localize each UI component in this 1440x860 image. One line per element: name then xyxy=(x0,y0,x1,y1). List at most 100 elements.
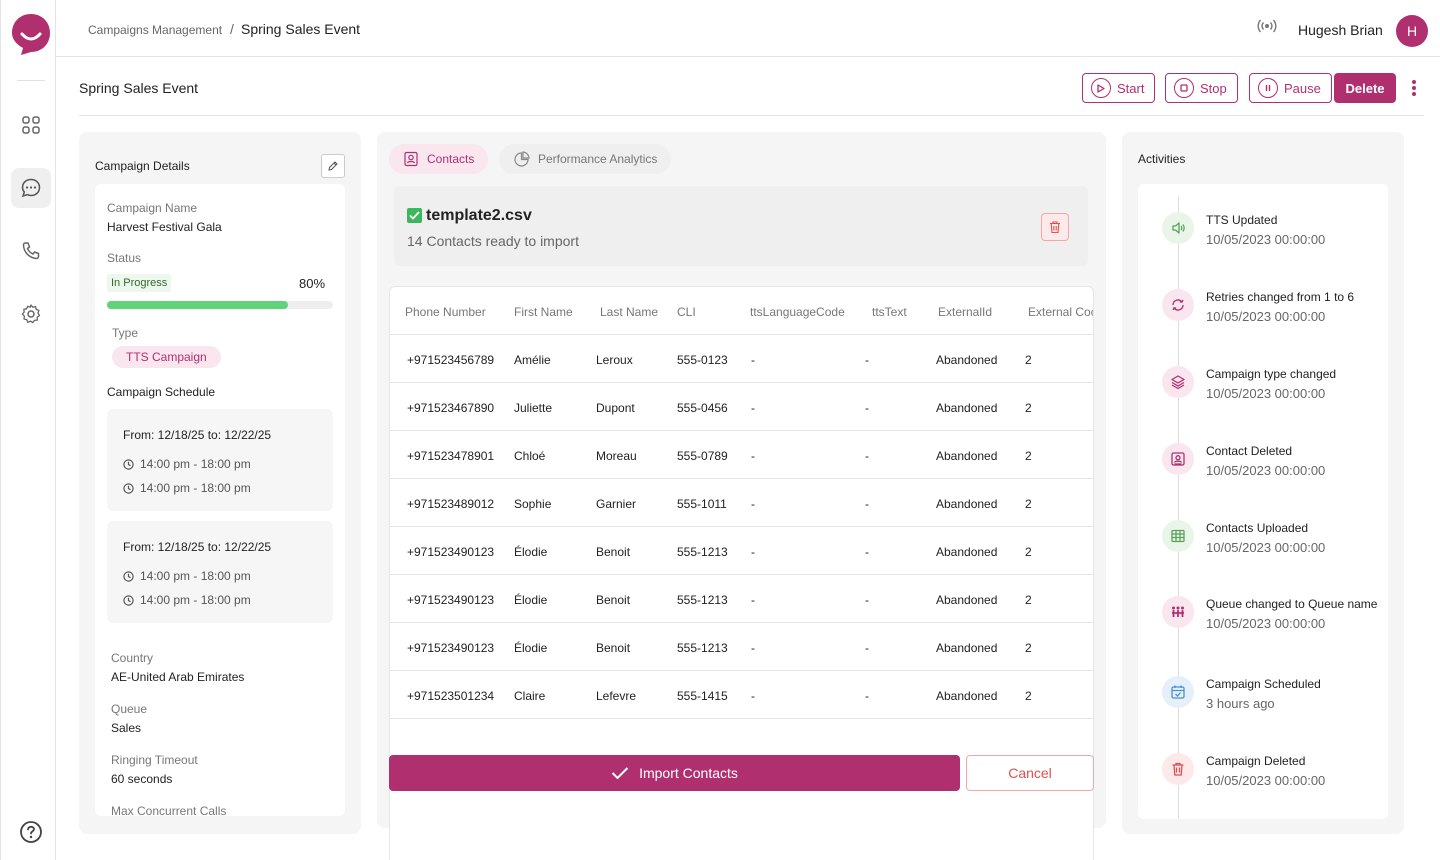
top-bar: Campaigns Management / Spring Sales Even… xyxy=(56,0,1440,57)
broadcast-icon[interactable] xyxy=(1256,17,1278,35)
table-cell: 555-0123 xyxy=(677,353,728,367)
edit-icon[interactable] xyxy=(321,154,345,178)
country-value: AE-United Arab Emirates xyxy=(111,670,245,684)
table-row[interactable]: +971523456789 Amélie Leroux 555-0123 - - Aband… xyxy=(390,335,1093,383)
column-header: First Name xyxy=(514,305,573,319)
stop-button[interactable]: Stop xyxy=(1165,73,1238,103)
import-contacts-button[interactable]: Import Contacts xyxy=(389,755,960,791)
type-badge: TTS Campaign xyxy=(112,346,221,368)
table-cell: Abandoned xyxy=(936,641,998,655)
table-cell: 2 xyxy=(1025,497,1032,511)
sidebar-item-campaigns[interactable] xyxy=(11,168,51,208)
table-row[interactable]: +971523490123 Élodie Benoit 555-1213 - - Aband… xyxy=(390,623,1093,671)
help-icon[interactable] xyxy=(19,820,43,844)
country-label: Country xyxy=(111,651,154,665)
schedule-slot-text: 14:00 pm - 18:00 pm xyxy=(140,457,251,471)
column-header: ttsText xyxy=(872,305,907,319)
table-cell: +971523489012 xyxy=(407,497,495,511)
table-cell: 2 xyxy=(1025,689,1032,703)
table-cell: 555-0456 xyxy=(677,401,728,415)
tab-performance-analytics[interactable]: Performance Analytics xyxy=(499,144,672,174)
file-summary: template2.csv 14 Contacts ready to impor… xyxy=(394,186,1088,266)
table-cell: - xyxy=(865,449,869,463)
check-icon xyxy=(407,208,422,223)
campaign-schedule-title: Campaign Schedule xyxy=(107,385,216,399)
breadcrumb-current: Spring Sales Event xyxy=(241,21,361,37)
table-cell: Abandoned xyxy=(936,353,998,367)
queue-value: Sales xyxy=(111,721,142,735)
user-name[interactable]: Hugesh Brian xyxy=(1298,22,1383,38)
progress-bar xyxy=(107,301,333,309)
avatar[interactable]: H xyxy=(1396,15,1428,47)
activities-panel: Activities TTS Updated 10/05/2023 00:00:0… xyxy=(1122,132,1404,834)
schedule-slot: 14:00 pm - 18:00 pm xyxy=(123,481,251,495)
table-cell: Claire xyxy=(514,689,546,703)
breadcrumb-parent[interactable]: Campaigns Management xyxy=(88,23,222,37)
status-badge: In Progress xyxy=(107,274,172,292)
table-cell: Élodie xyxy=(514,545,548,559)
activity-title: Contact Deleted xyxy=(1206,444,1293,458)
table-cell: - xyxy=(865,545,869,559)
schedule-card: From: 12/18/25 to: 12/22/25 14:00 pm - 1… xyxy=(107,409,333,511)
table-cell: Benoit xyxy=(596,641,631,655)
table-cell: +971523501234 xyxy=(407,689,495,703)
sidebar-item-dashboard[interactable] xyxy=(11,105,51,145)
table-cell: 2 xyxy=(1025,401,1032,415)
table-row[interactable]: +971523489012 Sophie Garnier 555-1011 - - Aban… xyxy=(390,479,1093,527)
activity-time: 10/05/2023 00:00:00 xyxy=(1206,463,1326,478)
activity-title: Contacts Uploaded xyxy=(1206,521,1309,535)
activity-title: Retries changed from 1 to 6 xyxy=(1206,290,1355,304)
file-contact-count: 14 Contacts ready to import xyxy=(407,233,579,249)
table-row[interactable]: +971523490123 Élodie Benoit 555-1213 - - Aband… xyxy=(390,575,1093,623)
app-logo[interactable] xyxy=(11,12,51,56)
sidebar xyxy=(0,0,56,860)
clock-icon xyxy=(123,482,134,494)
sidebar-item-settings[interactable] xyxy=(11,294,51,334)
activity-title: TTS Updated xyxy=(1206,213,1278,227)
column-header: CLI xyxy=(677,305,696,319)
page-title: Spring Sales Event xyxy=(79,80,199,96)
delete-file-button[interactable] xyxy=(1041,213,1069,241)
sidebar-item-calls[interactable] xyxy=(11,231,51,271)
table-cell: +971523490123 xyxy=(407,545,495,559)
sidebar-divider xyxy=(17,80,45,81)
column-header: Phone Number xyxy=(405,305,486,319)
campaign-name-value: Harvest Festival Gala xyxy=(107,220,222,234)
campaign-details-panel: Campaign Details Campaign Name Harvest F… xyxy=(79,132,361,834)
table-row[interactable]: +971523501234 Claire Lefevre 555-1415 - - Aban… xyxy=(390,671,1093,719)
activity-title: Campaign type changed xyxy=(1206,367,1337,381)
table-cell: Dupont xyxy=(596,401,635,415)
table-cell: - xyxy=(751,401,755,415)
file-name: template2.csv xyxy=(426,207,532,224)
calendar-icon xyxy=(1162,676,1194,708)
tab-contacts[interactable]: Contacts xyxy=(389,144,489,174)
stop-label: Stop xyxy=(1200,80,1227,96)
refresh-icon xyxy=(1162,289,1194,321)
phone-icon xyxy=(22,242,40,260)
activities-title: Activities xyxy=(1138,152,1186,166)
speaker-icon xyxy=(1162,212,1194,244)
table-cell: 555-1213 xyxy=(677,593,728,607)
delete-button[interactable]: Delete xyxy=(1334,73,1396,103)
table-cell: - xyxy=(865,353,869,367)
more-options-icon[interactable] xyxy=(1408,78,1420,98)
trash-icon xyxy=(1050,221,1060,234)
table-cell: Moreau xyxy=(596,449,637,463)
schedule-slot: 14:00 pm - 18:00 pm xyxy=(123,569,251,583)
activity-time: 10/05/2023 00:00:00 xyxy=(1206,386,1326,401)
max-concurrent-calls-label: Max Concurrent Calls xyxy=(111,804,227,816)
table-row[interactable]: +971523478901 Chloé Moreau 555-0789 - - Abando… xyxy=(390,431,1093,479)
cancel-button[interactable]: Cancel xyxy=(966,755,1094,791)
schedule-card: From: 12/18/25 to: 12/22/25 14:00 pm - 1… xyxy=(107,521,333,623)
activities-card: TTS Updated 10/05/2023 00:00:00 Retries ch… xyxy=(1138,184,1388,819)
table-row[interactable]: +971523467890 Juliette Dupont 555-0456 - - Aba… xyxy=(390,383,1093,431)
clock-icon xyxy=(123,570,134,582)
table-row[interactable]: +971523490123 Élodie Benoit 555-1213 - - Aband… xyxy=(390,527,1093,575)
queue-icon xyxy=(1162,596,1194,628)
pause-button[interactable]: Pause xyxy=(1249,73,1332,103)
schedule-slot: 14:00 pm - 18:00 pm xyxy=(123,593,251,607)
table-cell: - xyxy=(751,449,755,463)
table-cell: Amélie xyxy=(514,353,551,367)
table-cell: 2 xyxy=(1025,641,1032,655)
start-button[interactable]: Start xyxy=(1082,73,1156,103)
